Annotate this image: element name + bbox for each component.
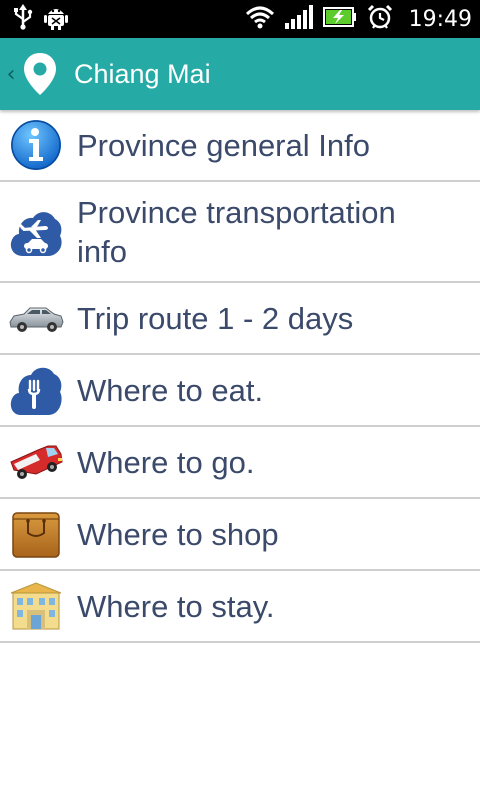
status-left xyxy=(12,3,68,35)
action-bar[interactable]: ‹ Chiang Mai xyxy=(0,38,480,110)
signal-icon xyxy=(284,4,313,34)
menu-list: Province general Info Province transport… xyxy=(0,110,480,643)
menu-item-where-to-stay[interactable]: Where to stay. xyxy=(0,571,480,643)
wifi-icon xyxy=(245,5,275,34)
menu-item-label: Trip route 1 - 2 days xyxy=(77,300,354,336)
hotel-icon xyxy=(8,578,64,634)
battery-charging-icon xyxy=(322,6,357,33)
usb-icon xyxy=(12,3,34,35)
location-pin-icon[interactable] xyxy=(20,46,60,102)
menu-item-general-info[interactable]: Province general Info xyxy=(0,110,480,182)
menu-item-label: Where to shop xyxy=(77,516,279,552)
up-navigation-caret[interactable]: ‹ xyxy=(4,62,18,87)
alarm-clock-icon xyxy=(367,4,393,35)
menu-item-label: Where to stay. xyxy=(77,588,275,624)
android-debug-icon xyxy=(44,4,68,35)
transport-cloud-icon xyxy=(8,204,64,260)
screen: 19:49 ‹ Chiang Mai Province general Info… xyxy=(0,0,480,800)
menu-item-transportation-info[interactable]: Province transportation info xyxy=(0,182,480,283)
status-time: 19:49 xyxy=(408,6,472,32)
menu-item-where-to-shop[interactable]: Where to shop xyxy=(0,499,480,571)
info-icon xyxy=(8,117,64,173)
status-right: 19:49 xyxy=(245,4,472,35)
menu-item-label: Province transportation info xyxy=(77,194,396,269)
car-icon xyxy=(8,290,64,346)
fork-cloud-icon xyxy=(8,362,64,418)
menu-item-trip-route[interactable]: Trip route 1 - 2 days xyxy=(0,283,480,355)
menu-item-label: Province general Info xyxy=(77,127,370,163)
menu-item-label: Where to go. xyxy=(77,444,255,480)
menu-item-label: Where to eat. xyxy=(77,372,264,408)
shopping-bag-icon xyxy=(8,506,64,562)
pickup-truck-icon xyxy=(8,434,64,490)
menu-item-where-to-eat[interactable]: Where to eat. xyxy=(0,355,480,427)
status-bar: 19:49 xyxy=(0,0,480,38)
page-title: Chiang Mai xyxy=(74,58,211,89)
menu-item-where-to-go[interactable]: Where to go. xyxy=(0,427,480,499)
